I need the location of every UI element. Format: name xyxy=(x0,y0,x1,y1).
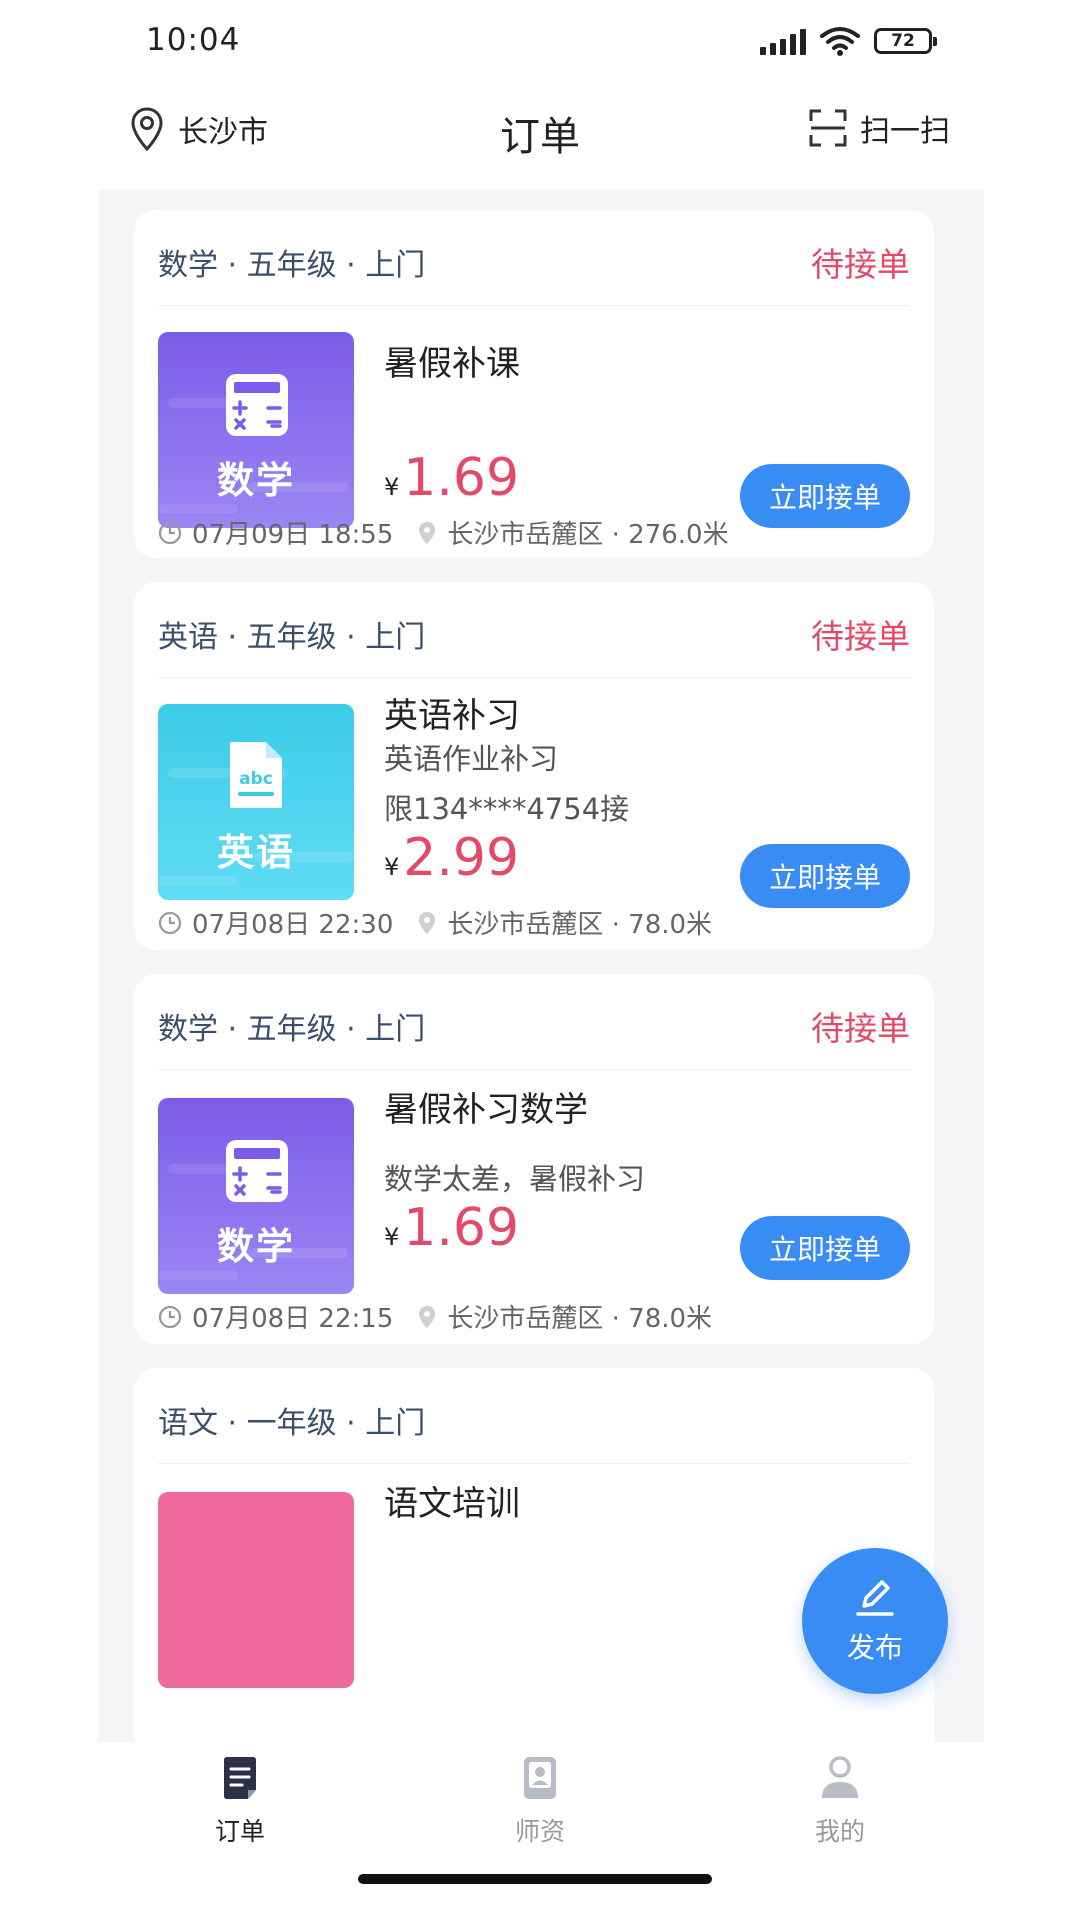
publish-button[interactable]: 发布 xyxy=(802,1548,948,1694)
order-card-header: 语文 · 一年级 · 上门 xyxy=(158,1368,910,1464)
order-status: 待接单 xyxy=(811,245,910,284)
order-list[interactable]: 数学 · 五年级 · 上门 待接单 数学 暑假补课 ¥ 1.69 立即接单 07… xyxy=(98,190,984,1742)
status-bar: 10:04 72 xyxy=(0,0,1080,86)
order-description: 数学太差，暑假补习 xyxy=(384,1162,646,1196)
price-value: 1.69 xyxy=(403,448,520,508)
subject-thumbnail xyxy=(158,1492,354,1688)
order-title: 语文培训 xyxy=(384,1484,520,1524)
teacher-profile-icon xyxy=(524,1757,556,1799)
thumbnail-label: 数学 xyxy=(217,1225,295,1268)
order-datetime: 07月08日 22:15 xyxy=(192,1304,394,1334)
order-card[interactable]: 语文 · 一年级 · 上门 语文培训 xyxy=(134,1368,934,1742)
clock-icon xyxy=(158,1305,182,1329)
currency-symbol: ¥ xyxy=(384,853,400,881)
order-status: 待接单 xyxy=(811,1009,910,1048)
order-card[interactable]: 数学 · 五年级 · 上门 待接单 数学 暑假补课 ¥ 1.69 立即接单 07… xyxy=(134,210,934,558)
order-card-header: 英语 · 五年级 · 上门 待接单 xyxy=(158,582,910,678)
status-icons: 72 xyxy=(760,26,937,56)
calculator-icon xyxy=(226,374,288,436)
thumbnail-label: 英语 xyxy=(217,831,295,874)
price-value: 1.69 xyxy=(403,1198,520,1258)
header: 长沙市 订单 扫一扫 xyxy=(0,86,1080,190)
order-tags: 英语 · 五年级 · 上门 xyxy=(158,620,426,655)
order-place: 长沙市岳麓区 · 78.0米 xyxy=(447,1304,713,1334)
home-indicator[interactable] xyxy=(358,1874,712,1884)
scan-label: 扫一扫 xyxy=(860,114,950,149)
order-card[interactable]: 英语 · 五年级 · 上门 待接单 abc 英语 英语补习 英语作业补习 限13… xyxy=(134,582,934,950)
order-datetime: 07月08日 22:30 xyxy=(192,910,394,940)
nav-tab-orders[interactable]: 订单 xyxy=(160,1754,320,1848)
order-title: 暑假补习数学 xyxy=(384,1090,588,1130)
scan-button[interactable]: 扫一扫 xyxy=(808,106,950,150)
order-tags: 语文 · 一年级 · 上门 xyxy=(158,1406,426,1441)
svg-text:abc: abc xyxy=(239,769,273,789)
order-place: 长沙市岳麓区 · 78.0米 xyxy=(447,910,713,940)
clock-icon xyxy=(158,911,182,935)
location-pin-icon xyxy=(417,910,437,936)
battery-icon: 72 xyxy=(874,28,937,54)
order-title: 英语补习 xyxy=(384,696,520,736)
edit-pen-icon xyxy=(856,1580,894,1616)
battery-level: 72 xyxy=(891,31,915,51)
thumbnail-label: 数学 xyxy=(217,459,295,502)
subject-thumbnail: 数学 xyxy=(158,332,354,528)
price-value: 2.99 xyxy=(403,828,520,888)
order-meta: 07月08日 22:15 长沙市岳麓区 · 78.0米 xyxy=(158,1298,712,1335)
order-card-header: 数学 · 五年级 · 上门 待接单 xyxy=(158,974,910,1070)
order-description: 英语作业补习 xyxy=(384,742,559,776)
order-price: ¥ 1.69 xyxy=(384,448,519,508)
scan-icon xyxy=(809,109,847,147)
accept-order-button[interactable]: 立即接单 xyxy=(740,844,910,908)
accept-order-button[interactable]: 立即接单 xyxy=(740,1216,910,1280)
publish-label: 发布 xyxy=(846,1631,903,1664)
accept-order-button[interactable]: 立即接单 xyxy=(740,464,910,528)
subject-thumbnail: abc 英语 xyxy=(158,704,354,900)
clock-icon xyxy=(158,521,182,545)
currency-symbol: ¥ xyxy=(384,473,400,501)
order-meta: 07月09日 18:55 长沙市岳麓区 · 276.0米 xyxy=(158,514,729,551)
location-pin-icon xyxy=(417,520,437,546)
order-list-icon xyxy=(224,1757,256,1799)
order-tags: 数学 · 五年级 · 上门 xyxy=(158,1012,426,1047)
nav-label: 订单 xyxy=(214,1817,265,1846)
screen: 10:04 72 长沙市 订单 扫一扫 数学 · 五年级 · 上门 待接单 数学… xyxy=(0,0,1080,1920)
order-meta: 07月08日 22:30 长沙市岳麓区 · 78.0米 xyxy=(158,904,712,941)
order-tags: 数学 · 五年级 · 上门 xyxy=(158,248,426,283)
nav-label: 我的 xyxy=(814,1817,865,1846)
order-status: 待接单 xyxy=(811,617,910,656)
user-icon xyxy=(822,1756,858,1798)
order-price: ¥ 2.99 xyxy=(384,828,519,888)
status-time: 10:04 xyxy=(146,22,241,58)
signal-icon xyxy=(760,27,806,55)
calculator-icon xyxy=(226,1140,288,1202)
currency-symbol: ¥ xyxy=(384,1223,400,1251)
abc-document-icon: abc xyxy=(230,742,282,808)
subject-thumbnail: 数学 xyxy=(158,1098,354,1294)
location-pin-icon xyxy=(417,1304,437,1330)
nav-tab-teachers[interactable]: 师资 xyxy=(460,1754,620,1848)
nav-label: 师资 xyxy=(514,1817,565,1846)
order-title: 暑假补课 xyxy=(384,344,520,384)
wifi-icon xyxy=(820,27,860,56)
order-price: ¥ 1.69 xyxy=(384,1198,519,1258)
order-datetime: 07月09日 18:55 xyxy=(192,520,394,550)
order-card[interactable]: 数学 · 五年级 · 上门 待接单 数学 暑假补习数学 数学太差，暑假补习 ¥ … xyxy=(134,974,934,1344)
bottom-nav: 订单 师资 我的 xyxy=(0,1742,1080,1920)
order-restriction: 限134****4754接 xyxy=(384,792,630,826)
order-place: 长沙市岳麓区 · 276.0米 xyxy=(447,520,729,550)
nav-tab-mine[interactable]: 我的 xyxy=(760,1754,920,1848)
order-card-header: 数学 · 五年级 · 上门 待接单 xyxy=(158,210,910,306)
